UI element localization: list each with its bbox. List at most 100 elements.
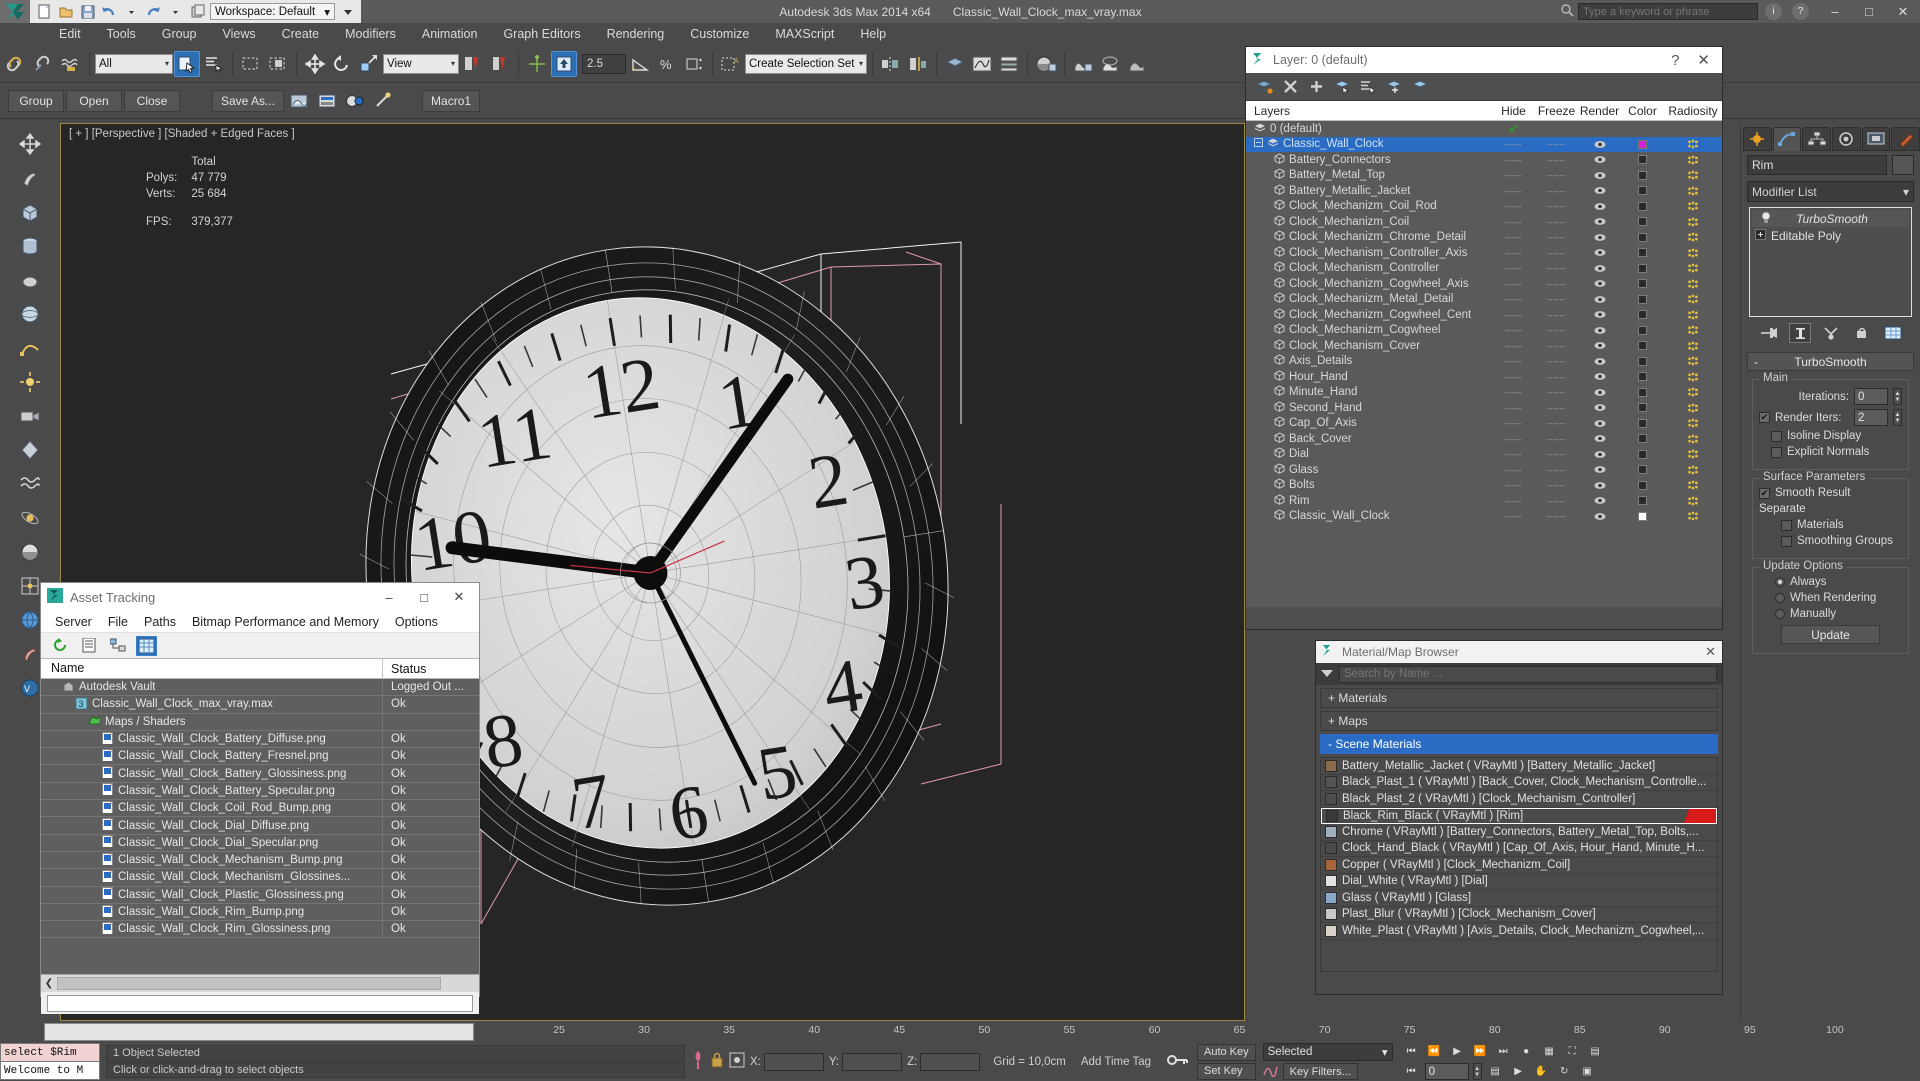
select-and-move-icon[interactable] <box>302 51 328 77</box>
render-iters-checkbox[interactable]: ✔ <box>1759 412 1770 423</box>
asset-tracking-window[interactable]: Asset Tracking – □ ✕ Server File Paths Bitm… <box>40 582 480 1014</box>
go-to-end-icon[interactable]: ⏭ <box>1494 1043 1513 1061</box>
asset-menu-bitmap-performance-and-memory[interactable]: Bitmap Performance and Memory <box>184 611 387 633</box>
scroll-left-icon[interactable]: ❮ <box>41 978 57 989</box>
key-mode-icon[interactable]: ● <box>1517 1043 1536 1061</box>
z-input[interactable] <box>920 1052 981 1071</box>
hide-toggle[interactable]: ––– <box>1492 325 1535 335</box>
zoom-extents-all-icon[interactable]: ⛶ <box>1563 1043 1582 1061</box>
turbosmooth-rollout-header[interactable]: - TurboSmooth <box>1747 352 1914 371</box>
light-omni-icon[interactable] <box>15 367 45 397</box>
color-swatch[interactable] <box>1621 387 1664 397</box>
macro1-button[interactable]: Macro1 <box>422 89 481 112</box>
material-row[interactable]: Clock_Hand_Black ( VRayMtl ) [Cap_Of_Axi… <box>1321 841 1717 857</box>
radiosity-toggle[interactable] <box>1664 387 1722 397</box>
radiosity-toggle[interactable] <box>1664 496 1722 506</box>
asset-row[interactable]: Classic_Wall_Clock_Battery_Specular.png O… <box>41 782 479 801</box>
info-button[interactable]: i <box>1765 3 1782 20</box>
color-swatch[interactable] <box>1621 372 1664 382</box>
render-toggle[interactable] <box>1578 186 1621 195</box>
layer-row[interactable]: Clock_Mechanism_Controller_Axis ––– ––– <box>1246 245 1722 261</box>
material-row[interactable]: White_Plast ( VRayMtl ) [Axis_Details, C… <box>1321 923 1717 940</box>
hide-toggle[interactable]: ––– <box>1492 480 1535 490</box>
freeze-toggle[interactable]: ––– <box>1535 356 1578 366</box>
undo-dropdown-icon[interactable] <box>122 2 141 21</box>
render-toggle[interactable] <box>1578 279 1621 288</box>
angle-snap-value[interactable]: 2.5 <box>582 53 626 74</box>
expand-modifier-icon[interactable] <box>1755 228 1766 243</box>
update-mode-always-radio[interactable] <box>1775 577 1785 587</box>
next-frame-icon[interactable]: ⏩ <box>1471 1043 1490 1061</box>
asset-menu-paths[interactable]: Paths <box>136 611 184 633</box>
redo-icon[interactable] <box>144 2 163 21</box>
percent-snap-toggle-icon[interactable]: % <box>654 51 680 77</box>
material-row[interactable]: Plast_Blur ( VRayMtl ) [Clock_Mechanism_… <box>1321 907 1717 923</box>
select-layer-by-object-icon[interactable] <box>1358 77 1378 97</box>
bind-space-warp-icon[interactable] <box>58 51 84 77</box>
asset-row[interactable]: Autodesk Vault Logged Out ... <box>41 679 479 697</box>
layer-row[interactable]: Glass ––– ––– <box>1246 462 1722 478</box>
render-toggle[interactable] <box>1578 310 1621 319</box>
asset-row[interactable]: Classic_Wall_Clock_Dial_Diffuse.png Ok <box>41 816 479 835</box>
rectangular-selection-region-icon[interactable] <box>238 51 264 77</box>
menu-item-help[interactable]: Help <box>847 23 899 45</box>
render-toggle[interactable] <box>1578 388 1621 397</box>
camera-icon[interactable] <box>15 401 45 431</box>
radiosity-toggle[interactable] <box>1664 279 1722 289</box>
menu-item-group[interactable]: Group <box>149 23 210 45</box>
menu-item-rendering[interactable]: Rendering <box>594 23 678 45</box>
freeze-toggle[interactable]: ––– <box>1535 201 1578 211</box>
color-swatch[interactable] <box>1621 403 1664 413</box>
menu-item-graph-editors[interactable]: Graph Editors <box>490 23 593 45</box>
hide-toggle[interactable]: ––– <box>1492 232 1535 242</box>
help-button[interactable]: ? <box>1792 3 1809 20</box>
time-config-icon[interactable]: ▤ <box>1486 1063 1505 1081</box>
menu-item-animation[interactable]: Animation <box>409 23 491 45</box>
freeze-toggle[interactable]: ––– <box>1535 418 1578 428</box>
layer-row[interactable]: Back_Cover ––– ––– <box>1246 431 1722 447</box>
color-swatch[interactable] <box>1621 434 1664 444</box>
material-row[interactable]: Battery_Metallic_Jacket ( VRayMtl ) [Bat… <box>1321 758 1717 775</box>
close-button[interactable]: ✕ <box>1886 0 1920 23</box>
absolute-relative-toggle-icon[interactable] <box>691 1050 705 1073</box>
asset-row[interactable]: Classic_Wall_Clock_Plastic_Glossiness.pn… <box>41 886 479 904</box>
radiosity-toggle[interactable] <box>1664 201 1722 211</box>
color-swatch[interactable] <box>1621 217 1664 227</box>
radiosity-toggle[interactable] <box>1664 403 1722 413</box>
menu-item-tools[interactable]: Tools <box>94 23 149 45</box>
hide-toggle[interactable]: ––– <box>1492 341 1535 351</box>
previous-frame-icon[interactable]: ⏪ <box>1425 1043 1444 1061</box>
hide-toggle[interactable]: ––– <box>1492 372 1535 382</box>
freeze-toggle[interactable]: ––– <box>1535 325 1578 335</box>
align-icon[interactable] <box>905 51 931 77</box>
asset-row[interactable]: 3 Classic_Wall_Clock_max_vray.max Ok <box>41 695 479 714</box>
object-name-field[interactable]: Rim <box>1747 155 1887 175</box>
select-and-scale-icon[interactable] <box>356 51 382 77</box>
freeze-toggle[interactable]: ––– <box>1535 434 1578 444</box>
layer-explorer-panel[interactable]: Layer: 0 (default) ? ✕ Layers Hide Freez… <box>1245 46 1723 630</box>
pin-stack-icon[interactable] <box>1758 323 1780 343</box>
asset-close-button[interactable]: ✕ <box>445 584 473 610</box>
tab-modify[interactable] <box>1772 127 1802 151</box>
angle-snap-toggle-icon[interactable] <box>627 51 653 77</box>
color-swatch[interactable] <box>1621 155 1664 165</box>
render-toggle[interactable] <box>1578 434 1621 443</box>
color-swatch[interactable] <box>1621 325 1664 335</box>
render-toggle[interactable] <box>1578 326 1621 335</box>
select-and-manipulate-icon[interactable] <box>524 51 550 77</box>
filter-dropdown-icon[interactable] <box>1320 667 1334 682</box>
object-paint-icon[interactable] <box>15 163 45 193</box>
freeze-toggle[interactable]: ––– <box>1535 155 1578 165</box>
asset-menu-server[interactable]: Server <box>47 611 100 633</box>
new-file-icon[interactable] <box>34 2 53 21</box>
box-primitive-icon[interactable] <box>15 197 45 227</box>
layer-table-body[interactable]: 0 (default) ✔ Classic_Wall_Clock ––– ––– Batt… <box>1246 121 1722 607</box>
save-file-icon[interactable] <box>78 2 97 21</box>
hide-toggle[interactable]: ––– <box>1492 418 1535 428</box>
add-layer-icon[interactable] <box>1306 77 1326 97</box>
hide-toggle[interactable]: ––– <box>1492 201 1535 211</box>
menu-item-customize[interactable]: Customize <box>677 23 762 45</box>
render-production-icon[interactable] <box>1124 51 1150 77</box>
radiosity-toggle[interactable] <box>1664 139 1722 149</box>
current-frame-spinner[interactable]: ▲ ▼ <box>1472 1063 1482 1080</box>
